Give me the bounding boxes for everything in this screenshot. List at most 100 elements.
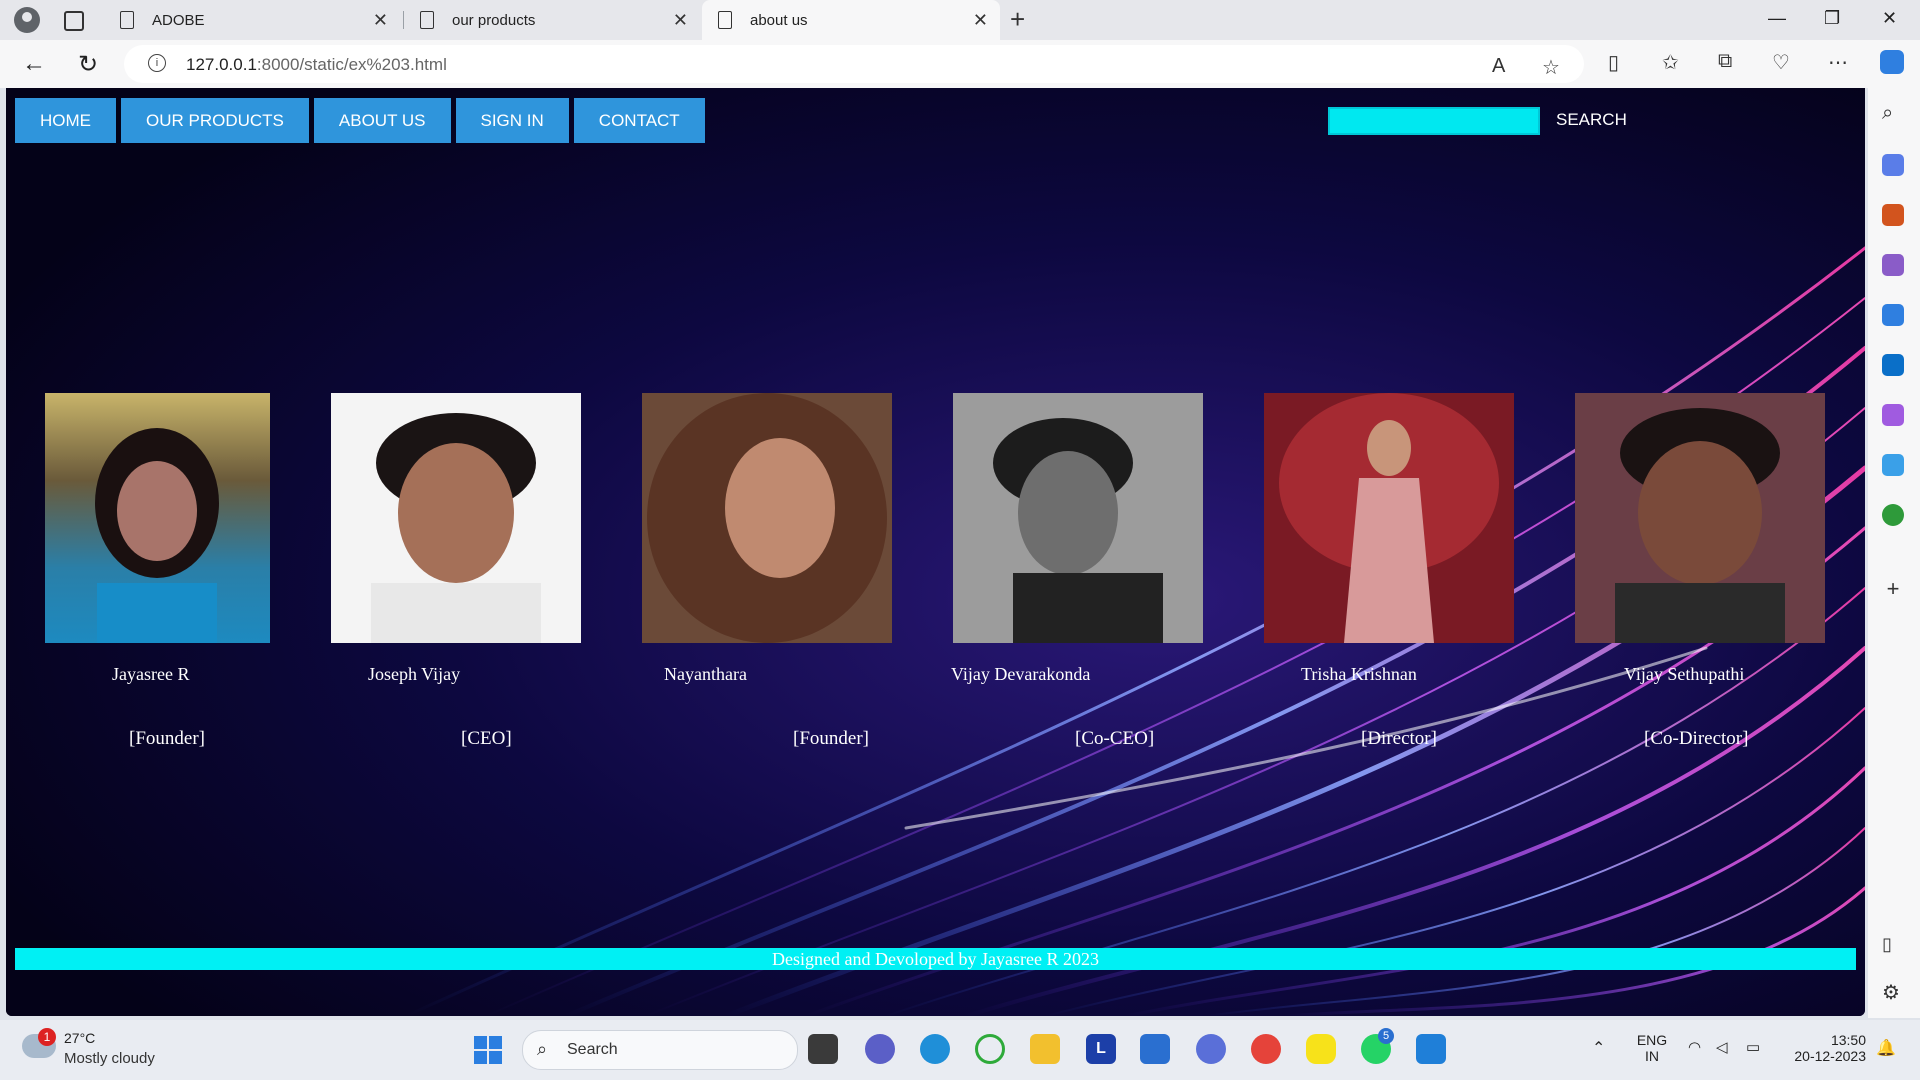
team-name: Vijay Sethupathi — [1624, 664, 1745, 684]
volume-icon[interactable]: ◁ — [1716, 1038, 1728, 1056]
team-photo — [331, 393, 581, 643]
page-icon — [420, 11, 434, 29]
new-tab-icon[interactable]: + — [1010, 4, 1025, 35]
search-input[interactable] — [1328, 107, 1540, 135]
games-icon[interactable] — [1882, 254, 1904, 276]
team-name: Vijay Devarakonda — [951, 664, 1091, 684]
favorites-icon[interactable]: ✩ — [1662, 50, 1679, 75]
favorite-star-icon[interactable]: ☆ — [1542, 55, 1560, 80]
page-icon — [718, 11, 732, 29]
team-role: [Co-Director] — [1644, 728, 1749, 749]
tab-our-products[interactable]: our products ✕ — [404, 0, 700, 40]
arc-icon[interactable] — [1196, 1034, 1226, 1064]
search-button[interactable]: SEARCH — [1556, 107, 1627, 133]
office-icon[interactable] — [1882, 304, 1904, 326]
search-icon: ⌕ — [537, 1039, 548, 1059]
region: IN — [1645, 1048, 1659, 1064]
url-path: :8000/static/ex%203.html — [256, 55, 447, 74]
weather-description[interactable]: Mostly cloudy — [64, 1050, 155, 1067]
more-icon[interactable]: ⋯ — [1828, 50, 1848, 75]
language: ENG — [1636, 1032, 1668, 1048]
back-icon[interactable]: ← — [22, 50, 46, 78]
teams-chat-icon[interactable] — [865, 1034, 895, 1064]
top-nav: HOME OUR PRODUCTS ABOUT US SIGN IN CONTA… — [15, 98, 705, 143]
info-icon[interactable]: i — [148, 54, 166, 72]
browser-tab-strip: ADOBE ✕ our products ✕ about us ✕ + — ❐ … — [0, 0, 1920, 40]
task-view-icon[interactable] — [808, 1034, 838, 1064]
team-photo — [642, 393, 892, 643]
portrait-silhouette — [1279, 393, 1499, 643]
close-icon[interactable]: ✕ — [673, 10, 688, 31]
portrait-silhouette — [647, 393, 887, 643]
send-icon[interactable] — [1882, 454, 1904, 476]
tab-actions-icon[interactable] — [64, 11, 84, 31]
team-name: Trisha Krishnan — [1301, 664, 1417, 684]
chrome-icon[interactable] — [1251, 1034, 1281, 1064]
refresh-icon[interactable]: ↻ — [78, 50, 98, 79]
refresh-app-icon[interactable] — [975, 1034, 1005, 1064]
page-viewport: HOME OUR PRODUCTS ABOUT US SIGN IN CONTA… — [6, 88, 1865, 1016]
address-bar[interactable]: i 127.0.0.1:8000/static/ex%203.html A ☆ — [124, 45, 1584, 83]
snapchat-icon[interactable] — [1306, 1034, 1336, 1064]
tab-title: about us — [750, 11, 808, 29]
notification-bell-icon[interactable]: 🔔 — [1876, 1038, 1896, 1058]
l-app-icon[interactable]: L — [1086, 1034, 1116, 1064]
browser-essentials-icon[interactable]: ♡ — [1772, 50, 1790, 75]
profile-icon[interactable] — [14, 7, 40, 33]
sidebar-toggle-icon[interactable]: ▯ — [1882, 934, 1904, 956]
team-photo — [953, 393, 1203, 643]
system-clock[interactable]: 13:50 20-12-2023 — [1788, 1032, 1866, 1064]
minimize-icon[interactable]: — — [1768, 8, 1786, 29]
team-role: [Co-CEO] — [1075, 728, 1155, 749]
portrait-silhouette — [953, 393, 1203, 643]
search-icon[interactable]: ⌕ — [1882, 102, 1904, 124]
page-icon — [120, 11, 134, 29]
shopping-icon[interactable] — [1882, 154, 1904, 176]
nav-about-us[interactable]: ABOUT US — [313, 98, 451, 143]
tools-icon[interactable] — [1882, 204, 1904, 226]
url-text[interactable]: 127.0.0.1:8000/static/ex%203.html — [186, 55, 447, 75]
nav-our-products[interactable]: OUR PRODUCTS — [121, 98, 309, 143]
team-role: [Founder] — [129, 728, 205, 749]
page-footer: Designed and Devoloped by Jayasree R 202… — [15, 948, 1856, 970]
nav-contact[interactable]: CONTACT — [573, 98, 705, 143]
store-icon[interactable] — [1140, 1034, 1170, 1064]
edge-icon[interactable] — [920, 1034, 950, 1064]
team-name: Jayasree R — [112, 664, 190, 684]
read-aloud-icon[interactable]: A — [1492, 55, 1505, 78]
portrait-silhouette — [371, 413, 541, 643]
copilot-icon[interactable] — [1880, 50, 1904, 74]
add-icon[interactable]: + — [1882, 576, 1904, 601]
split-screen-icon[interactable]: ▯ — [1608, 50, 1619, 75]
weather-temperature[interactable]: 27°C — [64, 1030, 95, 1046]
team-photo — [45, 393, 270, 643]
battery-icon[interactable]: ▭ — [1746, 1038, 1760, 1056]
vscode-icon[interactable] — [1416, 1034, 1446, 1064]
language-indicator[interactable]: ENG IN — [1634, 1032, 1670, 1064]
restore-icon[interactable]: ❐ — [1824, 8, 1840, 29]
window-close-icon[interactable]: ✕ — [1882, 8, 1897, 29]
whatsapp-badge: 5 — [1378, 1028, 1394, 1044]
close-icon[interactable]: ✕ — [373, 10, 388, 31]
team-role: [Founder] — [793, 728, 869, 749]
tab-about-us[interactable]: about us ✕ — [702, 0, 1000, 40]
file-explorer-icon[interactable] — [1030, 1034, 1060, 1064]
tree-icon[interactable] — [1882, 504, 1904, 526]
url-host: 127.0.0.1 — [186, 55, 257, 74]
designer-icon[interactable] — [1882, 404, 1904, 426]
tab-title: ADOBE — [152, 11, 205, 29]
taskbar-search[interactable]: ⌕ Search — [522, 1030, 798, 1070]
browser-sidebar: ⌕ + ▯ ⚙ — [1868, 88, 1920, 1018]
windows-taskbar: 1 27°C Mostly cloudy ⌕ Search L 5 ⌃ ENG … — [0, 1020, 1920, 1080]
close-icon[interactable]: ✕ — [973, 10, 988, 31]
collections-icon[interactable]: ⧉ — [1718, 50, 1732, 73]
chevron-up-icon[interactable]: ⌃ — [1592, 1038, 1605, 1058]
tab-adobe[interactable]: ADOBE ✕ — [104, 0, 400, 40]
settings-icon[interactable]: ⚙ — [1882, 980, 1904, 1004]
nav-sign-in[interactable]: SIGN IN — [455, 98, 569, 143]
nav-home[interactable]: HOME — [15, 98, 116, 143]
outlook-icon[interactable] — [1882, 354, 1904, 376]
windows-start-icon[interactable] — [474, 1036, 502, 1064]
team-name: Nayanthara — [664, 664, 747, 684]
wifi-icon[interactable]: ◠ — [1688, 1038, 1701, 1056]
